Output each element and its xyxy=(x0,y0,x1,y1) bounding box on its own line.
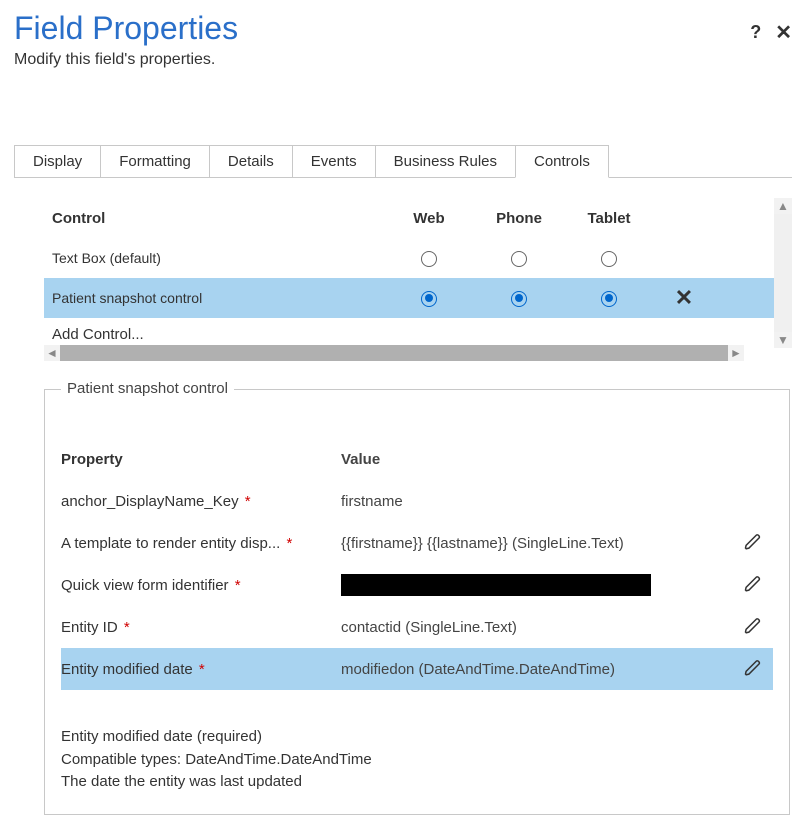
vertical-scrollbar[interactable]: ▲ ▼ xyxy=(774,198,792,348)
property-row[interactable]: Entity modified date *modifiedon (DateAn… xyxy=(61,648,773,690)
property-label: Entity modified date * xyxy=(61,661,341,678)
property-row[interactable]: anchor_DisplayName_Key *firstname xyxy=(61,480,773,522)
control-row[interactable]: Text Box (default) xyxy=(44,238,790,278)
hint-line1: Entity modified date (required) xyxy=(61,726,773,749)
scroll-track[interactable] xyxy=(774,214,792,332)
tab-display[interactable]: Display xyxy=(14,145,101,177)
tabs: DisplayFormattingDetailsEventsBusiness R… xyxy=(14,145,792,178)
radio-tablet[interactable] xyxy=(601,251,617,267)
required-indicator: * xyxy=(241,493,251,510)
property-row[interactable]: Entity ID *contactid (SingleLine.Text) xyxy=(61,606,773,648)
hint-line3: The date the entity was last updated xyxy=(61,771,773,794)
tab-controls[interactable]: Controls xyxy=(515,145,609,178)
control-name: Patient snapshot control xyxy=(44,290,384,306)
radio-web[interactable] xyxy=(421,291,437,307)
required-indicator: * xyxy=(120,619,130,636)
pencil-icon[interactable] xyxy=(744,580,762,596)
scroll-left-icon[interactable]: ◄ xyxy=(44,345,60,361)
col-control: Control xyxy=(44,210,384,227)
property-label: anchor_DisplayName_Key * xyxy=(61,493,341,510)
property-value: {{firstname}} {{lastname}} (SingleLine.T… xyxy=(341,535,733,552)
property-row[interactable]: A template to render entity disp... *{{f… xyxy=(61,522,773,564)
property-label: Entity ID * xyxy=(61,619,341,636)
remove-control-icon[interactable]: ✕ xyxy=(654,285,714,311)
required-indicator: * xyxy=(231,577,241,594)
page-title: Field Properties xyxy=(14,10,238,47)
col-web: Web xyxy=(384,210,474,227)
property-row[interactable]: Quick view form identifier * xyxy=(61,564,773,606)
col-tablet: Tablet xyxy=(564,210,654,227)
property-value xyxy=(341,574,733,596)
tab-details[interactable]: Details xyxy=(209,145,293,177)
tab-formatting[interactable]: Formatting xyxy=(100,145,210,177)
property-label: A template to render entity disp... * xyxy=(61,535,341,552)
control-name: Text Box (default) xyxy=(44,250,384,266)
property-value: modifiedon (DateAndTime.DateAndTime) xyxy=(341,661,733,678)
property-fieldset: Patient snapshot control Property Value … xyxy=(44,389,790,815)
scroll-track-h[interactable] xyxy=(60,345,728,361)
property-value: firstname xyxy=(341,493,733,510)
fieldset-legend: Patient snapshot control xyxy=(61,380,234,397)
help-icon[interactable]: ? xyxy=(750,22,761,43)
page-subtitle: Modify this field's properties. xyxy=(14,51,238,69)
scroll-down-icon[interactable]: ▼ xyxy=(774,332,792,348)
redacted-value xyxy=(341,574,651,596)
pencil-icon[interactable] xyxy=(744,538,762,554)
radio-tablet[interactable] xyxy=(601,291,617,307)
pencil-icon[interactable] xyxy=(744,622,762,638)
radio-phone[interactable] xyxy=(511,291,527,307)
required-indicator: * xyxy=(195,661,205,678)
pencil-icon[interactable] xyxy=(744,664,762,680)
col-value: Value xyxy=(341,451,733,468)
radio-web[interactable] xyxy=(421,251,437,267)
scroll-right-icon[interactable]: ► xyxy=(728,345,744,361)
tab-business-rules[interactable]: Business Rules xyxy=(375,145,516,177)
col-property: Property xyxy=(61,451,341,468)
hint-line2: Compatible types: DateAndTime.DateAndTim… xyxy=(61,749,773,772)
tab-events[interactable]: Events xyxy=(292,145,376,177)
scroll-up-icon[interactable]: ▲ xyxy=(774,198,792,214)
required-indicator: * xyxy=(282,535,292,552)
col-phone: Phone xyxy=(474,210,564,227)
property-label: Quick view form identifier * xyxy=(61,577,341,594)
radio-phone[interactable] xyxy=(511,251,527,267)
control-row[interactable]: Patient snapshot control ✕ xyxy=(44,278,790,318)
horizontal-scrollbar[interactable]: ◄ ► xyxy=(44,345,744,361)
add-control-link[interactable]: Add Control... xyxy=(44,318,790,343)
property-value: contactid (SingleLine.Text) xyxy=(341,619,733,636)
close-icon[interactable]: ✕ xyxy=(775,20,792,45)
